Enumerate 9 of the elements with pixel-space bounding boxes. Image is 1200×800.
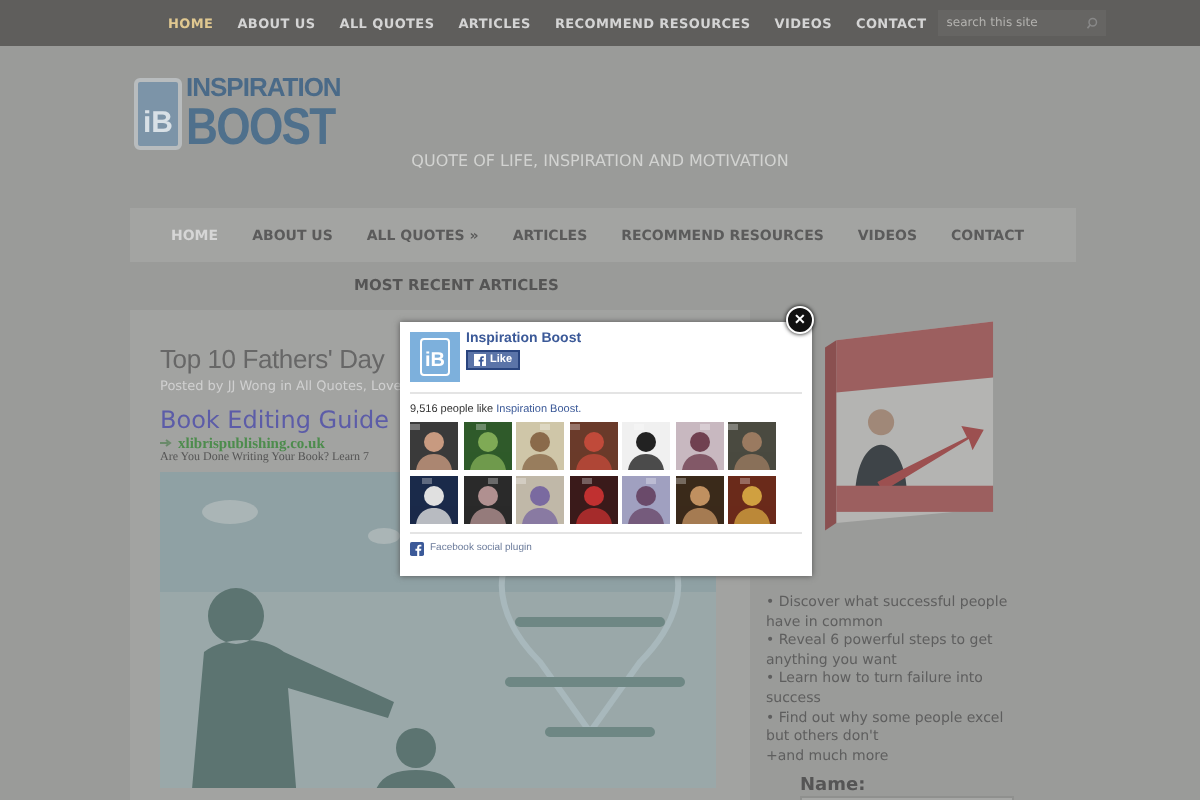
search-icon[interactable] <box>1086 16 1099 30</box>
arrow-icon <box>160 438 172 448</box>
tagline: QUOTE OF LIFE, INSPIRATION AND MOTIVATION <box>409 152 791 170</box>
page-logo[interactable]: iB <box>410 332 460 382</box>
logo-text[interactable]: BOOST <box>186 100 335 152</box>
facebook-icon <box>474 354 486 366</box>
field-label: Name: <box>800 776 868 797</box>
logo-text[interactable]: INSPIRATION <box>186 74 361 100</box>
logo-mark[interactable]: iB <box>134 77 182 149</box>
